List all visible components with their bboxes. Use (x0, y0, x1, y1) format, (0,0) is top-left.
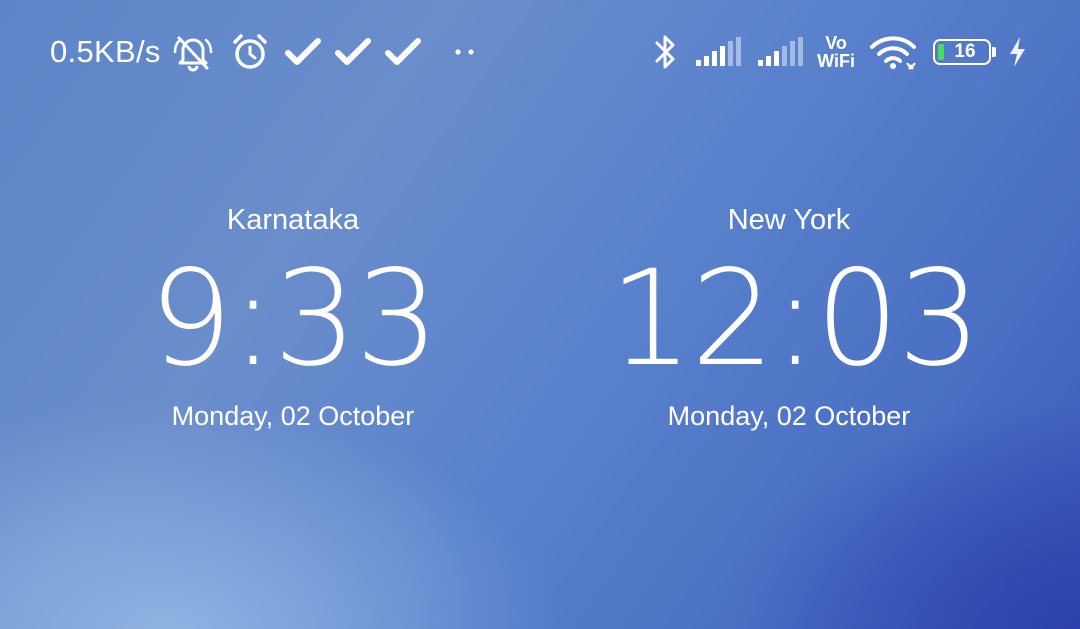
check-icon (384, 36, 421, 68)
clock-date: Monday, 02 October (171, 401, 415, 431)
vowifi-top-label: Vo (825, 33, 847, 53)
alarm-clock-icon (229, 31, 271, 73)
world-clock-karnataka[interactable]: Karnataka 9:33 Monday, 02 October (113, 200, 473, 434)
more-dots-icon (453, 47, 477, 57)
battery-level: 16 (954, 41, 976, 62)
status-bar: 0.5KB/s Vo WiFi 16 (0, 0, 1080, 100)
signal-bars-icon (695, 36, 743, 68)
clock-city-label: Karnataka (226, 204, 360, 236)
vowifi-bottom-label: WiFi (817, 51, 855, 71)
battery-cap (992, 47, 996, 57)
check-icon (334, 36, 371, 68)
vowifi-icon: Vo WiFi (817, 34, 855, 70)
charging-icon (1006, 35, 1028, 69)
wifi-icon (869, 33, 917, 71)
status-right-group: Vo WiFi 16 (651, 30, 1028, 74)
clock-date: Monday, 02 October (667, 401, 911, 431)
bluetooth-icon (651, 32, 679, 72)
signal-bars-icon (757, 36, 805, 68)
clock-time: 9:33 (148, 242, 439, 396)
status-left-group: 0.5KB/s (50, 30, 477, 74)
check-icon (284, 36, 321, 68)
world-clock-new-york[interactable]: New York 12:03 Monday, 02 October (609, 200, 981, 434)
battery-icon: 16 (933, 39, 991, 65)
network-speed: 0.5KB/s (50, 34, 161, 69)
bell-off-icon (171, 30, 215, 74)
clock-time: 12:03 (609, 242, 981, 396)
clock-city-label: New York (727, 204, 851, 236)
